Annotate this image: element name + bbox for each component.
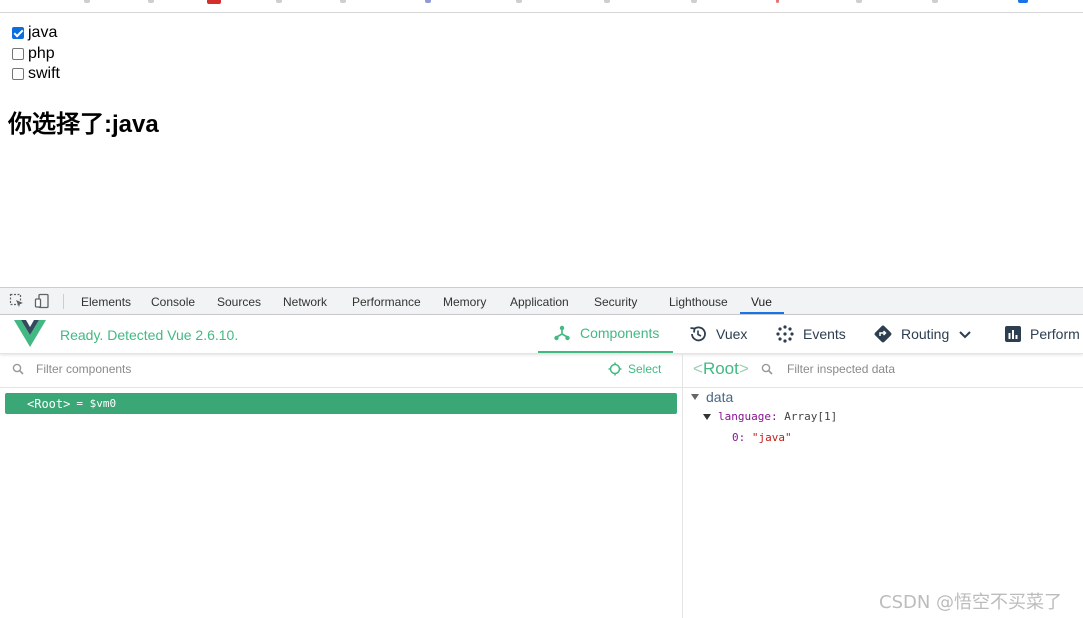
routing-label: Routing xyxy=(901,326,950,342)
root-tag: <Root> xyxy=(27,396,71,411)
vuex-label: Vuex xyxy=(716,326,748,342)
data-section-label: data xyxy=(706,389,734,405)
bookmark-fragment xyxy=(691,0,697,3)
tab-console[interactable]: Console xyxy=(151,295,195,309)
target-icon xyxy=(608,362,622,376)
events-label: Events xyxy=(803,326,846,342)
inspected-component-name: <Root> xyxy=(693,359,749,378)
checkbox-java[interactable] xyxy=(12,27,24,39)
checkbox-label: php xyxy=(28,45,55,62)
tab-elements[interactable]: Elements xyxy=(81,295,131,309)
bookmark-fragment xyxy=(516,0,522,3)
components-tree-pane: Select <Root> = $vm0 xyxy=(0,353,683,618)
bookmark-fragment xyxy=(340,0,346,3)
tab-vue[interactable]: Vue xyxy=(751,295,772,309)
item-value: "java" xyxy=(751,431,792,444)
vue-logo-icon xyxy=(14,320,46,353)
components-label: Components xyxy=(580,325,660,341)
select-label: Select xyxy=(628,362,662,376)
tab-sources[interactable]: Sources xyxy=(217,295,261,309)
vue-devtools-toolbar: Ready. Detected Vue 2.6.10. Components V… xyxy=(0,315,1083,354)
expand-arrow-icon xyxy=(703,413,711,420)
checkbox-label: swift xyxy=(28,65,60,82)
bookmark-fragment xyxy=(1018,0,1028,3)
search-icon xyxy=(12,363,24,375)
component-filter-input[interactable] xyxy=(36,362,536,376)
vue-status-text: Ready. Detected Vue 2.6.10. xyxy=(60,327,239,343)
performance-label: Perform xyxy=(1030,326,1080,342)
checkbox-option-java[interactable]: java xyxy=(12,23,57,43)
history-icon xyxy=(690,326,706,342)
selection-result-heading: 你选择了:java xyxy=(8,111,159,138)
prop-key: language xyxy=(718,410,771,423)
chevron-down-icon xyxy=(959,331,971,339)
events-button[interactable]: Events xyxy=(775,315,846,353)
bookmark-fragment xyxy=(84,0,90,3)
data-section-toggle[interactable]: data xyxy=(691,389,733,405)
data-prop-item[interactable]: 0: "java" xyxy=(732,431,792,444)
tab-memory[interactable]: Memory xyxy=(443,295,486,309)
bookmark-fragment xyxy=(604,0,610,3)
inspected-data-filter-input[interactable] xyxy=(787,362,1067,376)
inspect-element-icon[interactable] xyxy=(9,293,25,309)
page-content: java php swift 你选择了:java xyxy=(0,13,1083,287)
inspector-header: <Root> xyxy=(683,353,1083,388)
browser-bookmarks-strip xyxy=(0,0,1083,13)
tree-node-root[interactable]: <Root> = $vm0 xyxy=(5,393,677,414)
events-icon xyxy=(776,325,794,343)
devtools-tab-bar: Elements Console Sources Network Perform… xyxy=(0,287,1083,315)
tab-network[interactable]: Network xyxy=(283,295,327,309)
bar-chart-icon xyxy=(1005,326,1021,342)
root-vm-ref: = $vm0 xyxy=(76,397,117,410)
tab-application[interactable]: Application xyxy=(510,295,569,309)
directions-icon xyxy=(874,325,892,343)
tab-performance[interactable]: Performance xyxy=(352,295,421,309)
expand-arrow-icon xyxy=(691,394,699,400)
checkbox-option-php[interactable]: php xyxy=(12,44,55,64)
components-button[interactable]: Components xyxy=(538,315,674,353)
vuex-button[interactable]: Vuex xyxy=(688,315,747,353)
bookmark-fragment xyxy=(276,0,282,3)
components-icon xyxy=(554,325,570,341)
bookmark-fragment xyxy=(207,0,221,4)
prop-value: Array[1] xyxy=(784,410,838,423)
bookmark-fragment xyxy=(148,0,154,3)
bookmark-fragment xyxy=(932,0,938,3)
bookmark-fragment xyxy=(425,0,431,3)
bookmark-fragment xyxy=(856,0,862,3)
component-filter-bar: Select xyxy=(0,353,682,388)
checkbox-option-swift[interactable]: swift xyxy=(12,64,60,84)
performance-button[interactable]: Perform xyxy=(1004,315,1080,353)
checkbox-swift[interactable] xyxy=(12,68,24,80)
toolbar-divider xyxy=(63,294,64,309)
search-icon xyxy=(761,363,773,375)
checkbox-php[interactable] xyxy=(12,48,24,60)
bookmark-fragment xyxy=(776,0,779,3)
data-prop-language[interactable]: language: Array[1] xyxy=(703,410,837,423)
active-tab-indicator xyxy=(740,312,784,314)
device-toolbar-icon[interactable] xyxy=(34,293,50,309)
watermark-text: CSDN @悟空不买菜了 xyxy=(879,592,1063,613)
inspected-root-label: Root xyxy=(702,359,739,378)
tab-security[interactable]: Security xyxy=(594,295,637,309)
item-key: 0 xyxy=(732,431,739,444)
select-component-button[interactable]: Select xyxy=(608,362,661,376)
routing-button[interactable]: Routing xyxy=(873,315,973,353)
tab-lighthouse[interactable]: Lighthouse xyxy=(669,295,728,309)
inspector-pane: <Root> data language: Array[1] 0: "java" xyxy=(683,353,1083,618)
checkbox-label: java xyxy=(28,24,58,41)
